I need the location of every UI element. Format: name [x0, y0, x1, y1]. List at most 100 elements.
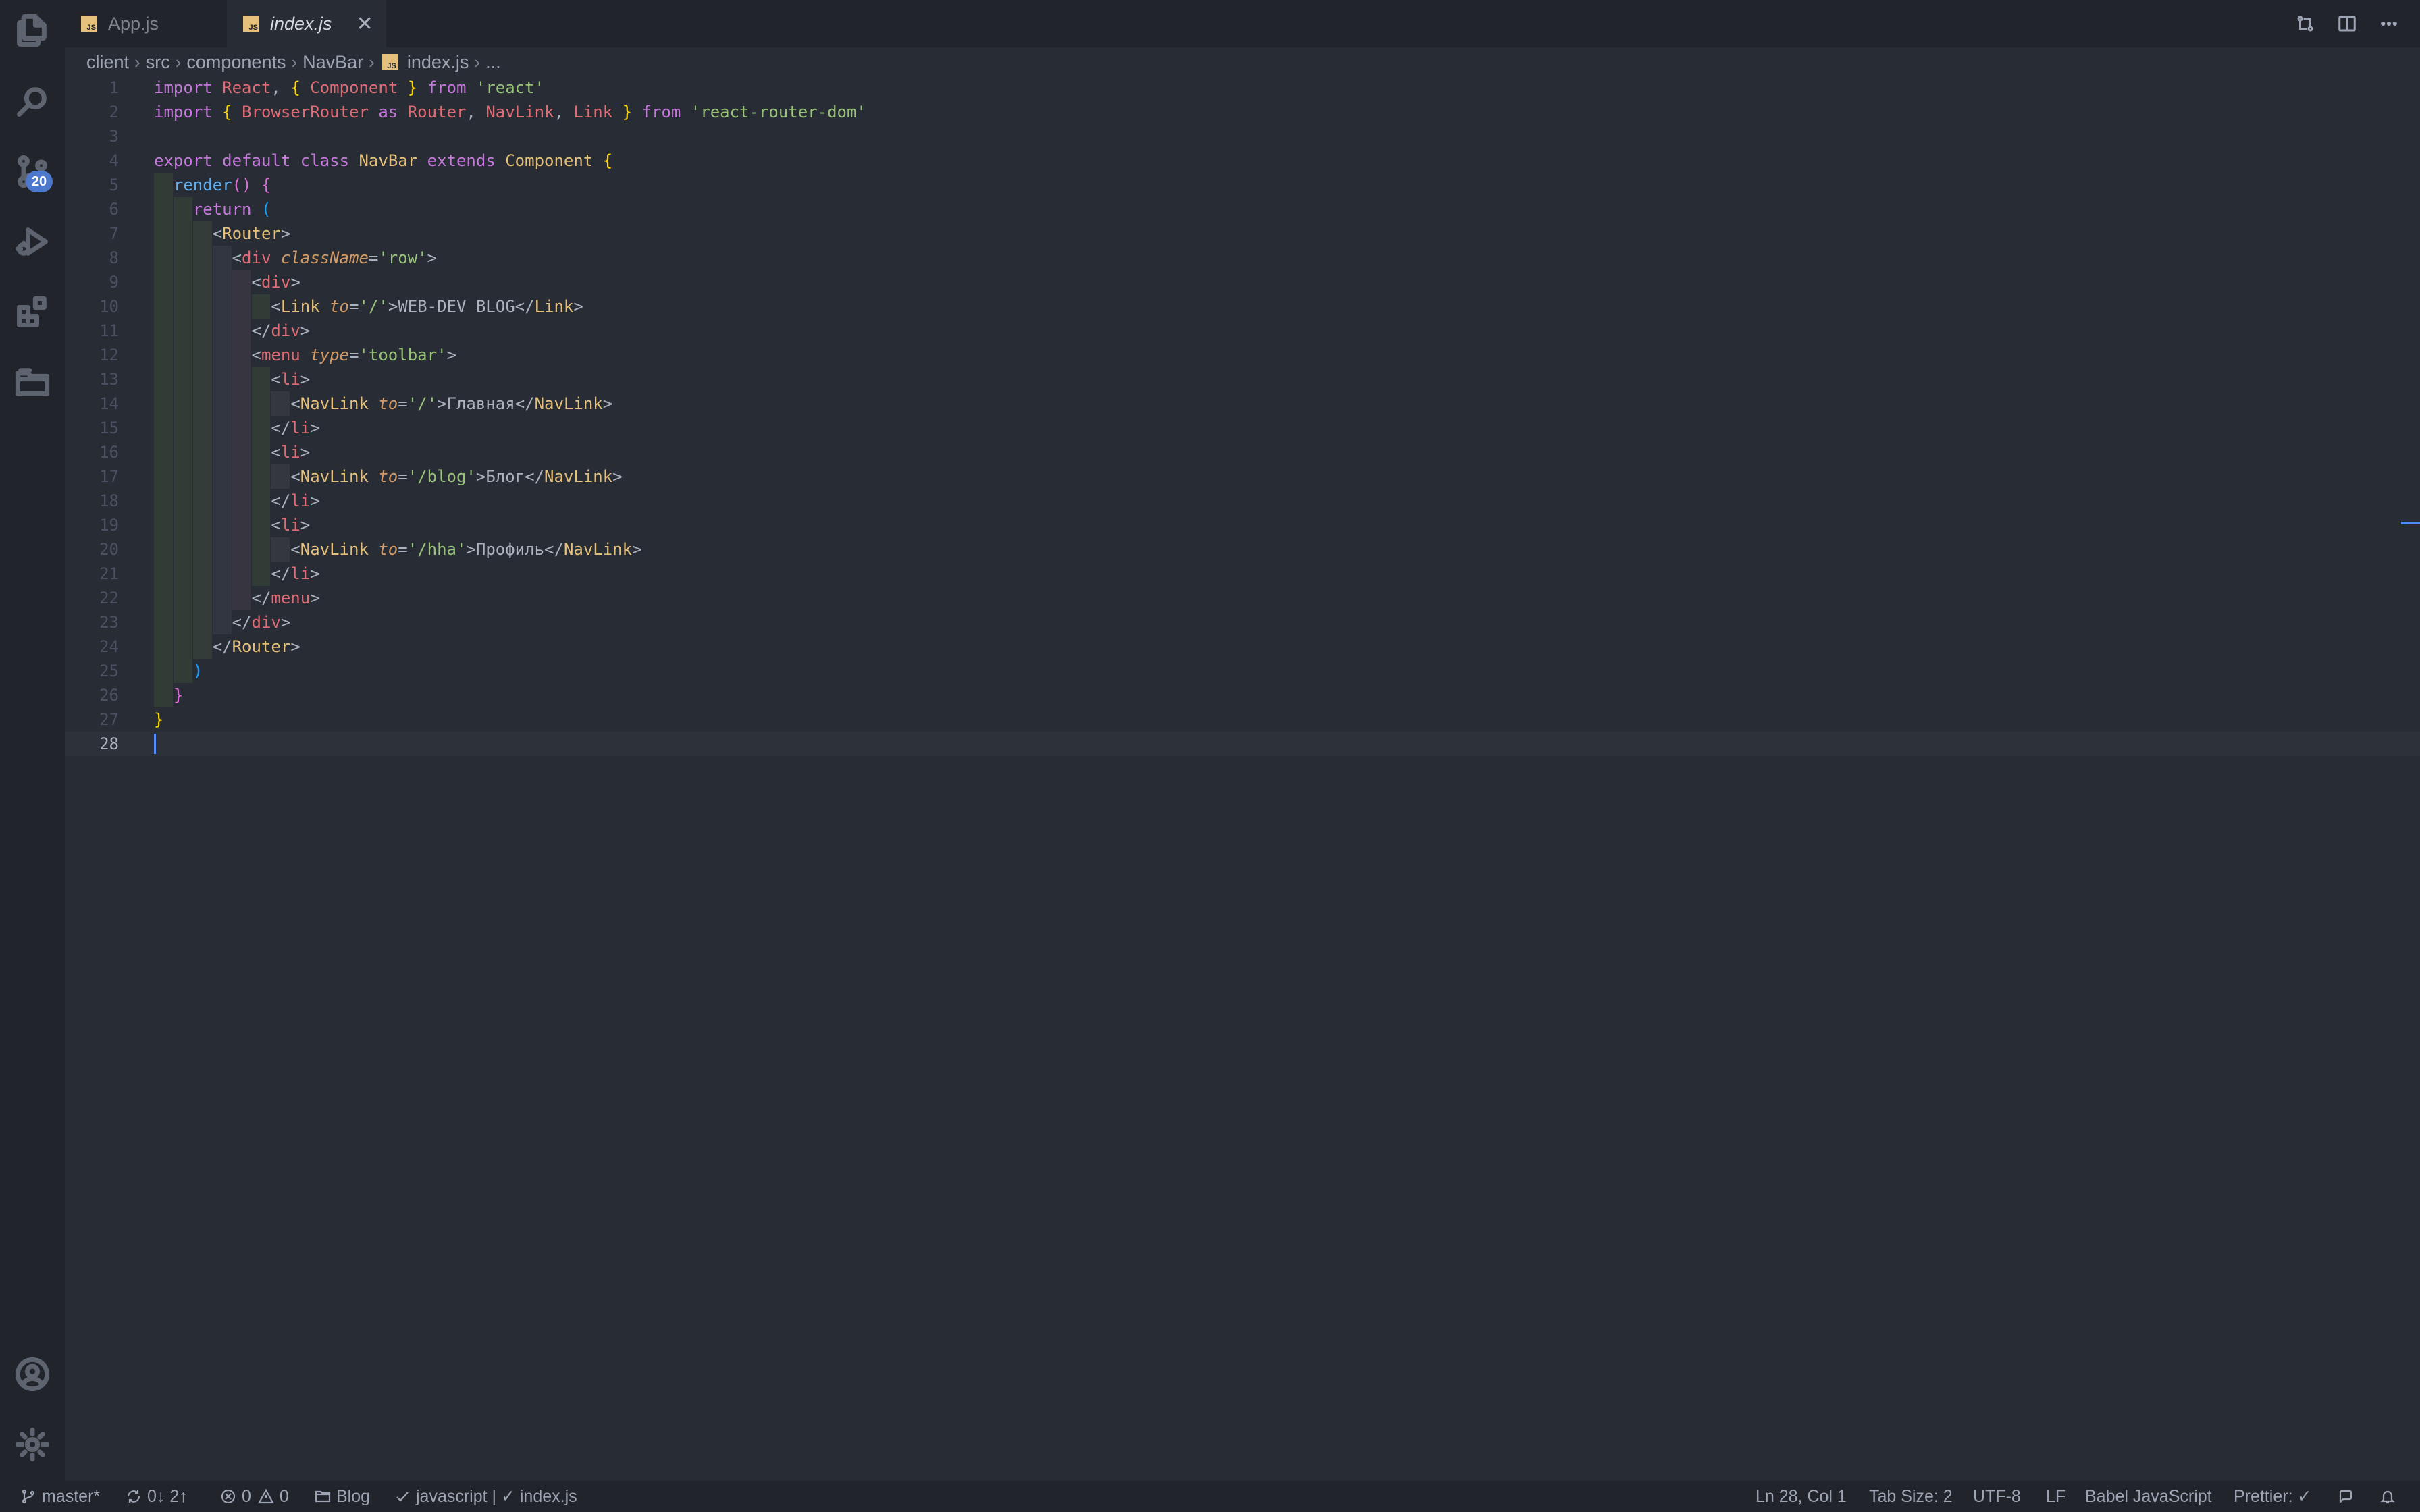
extensions-icon[interactable] — [14, 293, 51, 331]
account-icon[interactable] — [14, 1355, 51, 1393]
code-line[interactable]: 20 <NavLink to='/hha'>Профиль</NavLink> — [65, 537, 2420, 562]
code-token: li — [290, 564, 311, 583]
sync-status[interactable]: 0↓ 2↑ — [126, 1487, 188, 1507]
code-editor[interactable]: 1 import React, { Component } from 'react… — [65, 76, 2420, 1480]
code-text: } — [154, 683, 183, 707]
code-line[interactable]: 21 </li> — [65, 562, 2420, 586]
code-line[interactable]: 25 ) — [65, 659, 2420, 683]
code-line[interactable]: 27} — [65, 707, 2420, 732]
code-line[interactable]: 6 return ( — [65, 197, 2420, 221]
code-token: to — [330, 297, 349, 316]
language-mode[interactable]: Babel JavaScript — [2085, 1487, 2212, 1507]
code-line[interactable]: 16 <li> — [65, 440, 2420, 464]
line-number: 23 — [99, 613, 119, 632]
search-icon[interactable] — [14, 82, 51, 120]
activity-bar: 20 — [0, 0, 65, 1481]
line-number: 25 — [99, 662, 119, 680]
project-status[interactable]: Blog — [315, 1487, 370, 1507]
code-line[interactable]: 24 </Router> — [65, 634, 2420, 659]
feedback-icon[interactable] — [2338, 1488, 2359, 1505]
js-file-icon: JS — [81, 16, 97, 32]
split-editor-icon[interactable] — [2336, 13, 2358, 34]
breadcrumb-item[interactable]: ... — [485, 52, 501, 73]
code-line[interactable]: 4 export default class NavBar extends Com… — [65, 148, 2420, 173]
code-line[interactable]: 9 <div> — [65, 270, 2420, 294]
code-token: Блог — [485, 467, 525, 486]
code-text: </menu> — [154, 586, 320, 610]
code-token: NavLink — [300, 467, 369, 486]
line-number: 17 — [99, 467, 119, 486]
end-of-line[interactable]: LF — [2046, 1487, 2066, 1507]
code-line[interactable]: 15 </li> — [65, 416, 2420, 440]
chevron-right-icon: › — [474, 51, 481, 72]
code-line[interactable]: 10 <Link to='/'>WEB-DEV BLOG</Link> — [65, 294, 2420, 319]
code-line[interactable]: 22 </menu> — [65, 586, 2420, 610]
code-line[interactable]: 5 render() { — [65, 173, 2420, 197]
code-token: NavLink — [300, 394, 369, 413]
project-manager-icon[interactable] — [14, 363, 51, 401]
code-line[interactable]: 11 </div> — [65, 319, 2420, 343]
line-number: 5 — [109, 176, 119, 194]
eslint-status[interactable]: javascript | ✓ index.js — [394, 1486, 577, 1507]
prettier-status[interactable]: Prettier: ✓ — [2234, 1486, 2311, 1507]
more-actions-icon[interactable] — [2378, 13, 2400, 34]
code-token: '/blog' — [407, 467, 476, 486]
run-debug-icon[interactable] — [14, 223, 51, 261]
cursor-position[interactable]: Ln 28, Col 1 — [1756, 1487, 1847, 1507]
open-changes-icon[interactable] — [2294, 13, 2316, 34]
explorer-icon[interactable] — [14, 12, 51, 50]
code-line[interactable]: 8 <div className='row'> — [65, 246, 2420, 270]
code-token: = — [398, 394, 408, 413]
problems-status[interactable]: 0 0 — [220, 1487, 289, 1507]
chevron-right-icon: › — [369, 51, 375, 72]
code-token: = — [398, 467, 408, 486]
breadcrumb-item[interactable]: components — [186, 52, 286, 73]
breadcrumb-item[interactable]: index.js — [407, 52, 469, 73]
tab-size[interactable]: Tab Size: 2 — [1869, 1487, 1953, 1507]
code-token: Router — [222, 224, 281, 243]
code-line[interactable]: 3 — [65, 124, 2420, 148]
code-line[interactable]: 26 } — [65, 683, 2420, 707]
code-token: class — [300, 151, 350, 170]
tab-label: index.js — [270, 13, 332, 34]
code-line[interactable]: 12 <menu type='toolbar'> — [65, 343, 2420, 367]
editor-tab-bar: JS App.js JS index.js ✕ — [65, 0, 2420, 47]
code-line[interactable]: 28 — [65, 732, 2420, 756]
line-number: 6 — [109, 200, 119, 219]
line-number: 7 — [109, 224, 119, 243]
encoding[interactable]: UTF-8 — [1973, 1487, 2021, 1507]
code-token: } — [154, 710, 164, 729]
line-number: 2 — [109, 103, 119, 122]
code-token: > — [310, 564, 320, 583]
tab-app-js[interactable]: JS App.js — [65, 0, 226, 47]
code-line[interactable]: 2 import { BrowserRouter as Router, NavLi… — [65, 100, 2420, 124]
settings-gear-icon[interactable] — [14, 1426, 51, 1463]
code-token: </ — [251, 589, 271, 608]
code-line[interactable]: 1 import React, { Component } from 'react… — [65, 76, 2420, 100]
breadcrumb-item[interactable]: NavBar — [302, 52, 363, 73]
code-line[interactable]: 17 <NavLink to='/blog'>Блог</NavLink> — [65, 464, 2420, 489]
branch-status[interactable]: master* — [20, 1487, 100, 1507]
code-line[interactable]: 18 </li> — [65, 489, 2420, 513]
code-token: </ — [212, 637, 232, 656]
code-line[interactable]: 23 </div> — [65, 610, 2420, 634]
notifications-bell-icon[interactable] — [2379, 1488, 2401, 1505]
code-line[interactable]: 13 <li> — [65, 367, 2420, 392]
tab-index-js[interactable]: JS index.js ✕ — [227, 0, 386, 47]
breadcrumb: client › src › components › NavBar › JS … — [86, 49, 501, 76]
code-token: < — [271, 516, 281, 535]
breadcrumb-item[interactable]: client — [86, 52, 129, 73]
close-icon[interactable]: ✕ — [357, 12, 373, 36]
code-token: = — [398, 540, 408, 559]
breadcrumb-item[interactable]: src — [146, 52, 170, 73]
code-line[interactable]: 14 <NavLink to='/'>Главная</NavLink> — [65, 392, 2420, 416]
code-line[interactable]: 19 <li> — [65, 513, 2420, 537]
code-token: < — [290, 394, 300, 413]
code-line[interactable]: 7 <Router> — [65, 221, 2420, 246]
